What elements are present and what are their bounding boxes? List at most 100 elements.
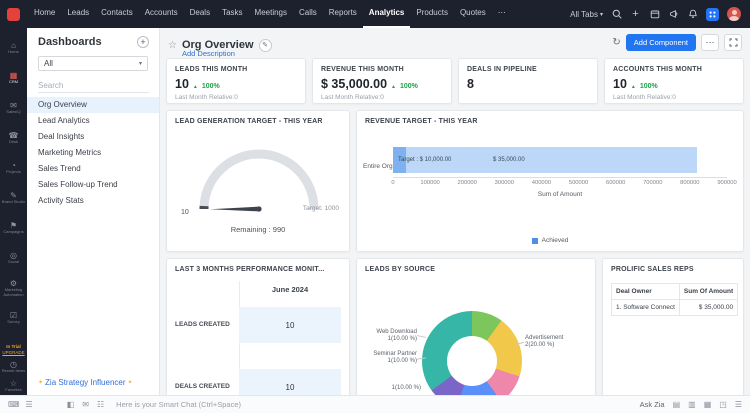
category-label: Entire Org (363, 163, 393, 170)
add-description-link[interactable]: Add Description (182, 49, 235, 58)
sidebar-item-activity-stats[interactable]: Activity Stats (27, 193, 159, 209)
sidebar-item-deal-insights[interactable]: Deal Insights (27, 129, 159, 145)
notebook-icon[interactable]: ▤ (673, 396, 681, 413)
x-axis: 0 100000 200000 300000 400000 500000 600… (393, 177, 727, 187)
sidebar-item-sales-follow-up-trend[interactable]: Sales Follow-up Trend (27, 177, 159, 193)
nav-item-quotes[interactable]: Quotes (454, 0, 492, 28)
nav-item-accounts[interactable]: Accounts (139, 0, 184, 28)
rail-item-crm[interactable]: ▦CRM (0, 63, 27, 93)
zia-link-label: Zia Strategy Influencer (45, 378, 125, 387)
row-label: DEALS CREATED (175, 383, 235, 390)
sidebar-item-org-overview[interactable]: Org Overview (27, 97, 159, 113)
favorite-star-icon[interactable]: ☆ (168, 40, 177, 51)
leader-line (417, 335, 426, 338)
add-component-button[interactable]: Add Component (626, 34, 696, 51)
kpi-value: 10 (613, 77, 627, 91)
table-row[interactable]: 1. Software Connect $ 35,000.00 (612, 300, 738, 316)
zia-strategy-influencer-link[interactable]: ✦ Zia Strategy Influencer ✦ (38, 378, 133, 387)
dashboard-list: Org Overview Lead Analytics Deal Insight… (27, 97, 159, 209)
kpi-value: 10 (175, 77, 189, 91)
fullscreen-button[interactable] (724, 34, 742, 51)
home-icon: ⌂ (11, 41, 16, 50)
nav-item-deals[interactable]: Deals (184, 0, 216, 28)
sidebar-item-marketing-metrics[interactable]: Marketing Metrics (27, 145, 159, 161)
more-options-button[interactable]: ⋯ (701, 34, 719, 51)
sidebar-item-lead-analytics[interactable]: Lead Analytics (27, 113, 159, 129)
rail-item-social[interactable]: ◎Social (0, 243, 27, 273)
smart-chat-hint[interactable]: Here is your Smart Chat (Ctrl+Space) (116, 400, 241, 409)
marketplace-apps-icon[interactable] (706, 8, 719, 21)
nav-item-calls[interactable]: Calls (293, 0, 323, 28)
nav-item-contacts[interactable]: Contacts (95, 0, 139, 28)
window-icon[interactable]: ◳ (719, 396, 727, 413)
panel-icon[interactable]: ▥ (688, 396, 696, 413)
brand-studio-icon: ✎ (10, 191, 17, 200)
list-icon[interactable]: ☰ (735, 396, 742, 413)
kpi-card-accounts-this-month[interactable]: ACCOUNTS THIS MONTH 10 ▲ 100% Last Month… (604, 58, 744, 104)
rail-item-salesiq[interactable]: ✉SalesIQ (0, 93, 27, 123)
amount-cell: $ 35,000.00 (679, 300, 737, 316)
nav-item-home[interactable]: Home (28, 0, 61, 28)
refresh-icon[interactable]: ↻ (612, 37, 620, 48)
pie-label-partial: 1(10.00 %) (385, 385, 421, 392)
search-icon[interactable] (611, 9, 622, 20)
kpi-card-leads-this-month[interactable]: LEADS THIS MONTH 10 ▲ 100% Last Month Re… (166, 58, 306, 104)
nav-item-analytics[interactable]: Analytics (363, 0, 411, 28)
nav-item-leads[interactable]: Leads (61, 0, 95, 28)
rail-item-brand-studio[interactable]: ✎Brand Studio (0, 183, 27, 213)
rail-item-campaigns[interactable]: ⚑Campaigns (0, 213, 27, 243)
megaphone-icon[interactable] (668, 9, 679, 20)
channels-icon[interactable]: ✉ (82, 396, 89, 413)
nav-item-meetings[interactable]: Meetings (249, 0, 293, 28)
up-arrow-icon: ▲ (193, 84, 198, 90)
leads-by-source-card[interactable]: LEADS BY SOURCE Web Download 1(10.00 %) … (356, 258, 596, 395)
menu-icon[interactable]: ☰ (26, 396, 33, 413)
performance-monitor-card[interactable]: LAST 3 MONTHS PERFORMANCE MONIT... June … (166, 258, 350, 395)
edit-dashboard-icon[interactable]: ✎ (259, 39, 272, 52)
nav-item-products[interactable]: Products (410, 0, 454, 28)
add-dashboard-button[interactable]: + (137, 36, 149, 48)
nav-item-reports[interactable]: Reports (323, 0, 363, 28)
top-navigation-bar: Home Leads Contacts Accounts Deals Tasks… (0, 0, 750, 28)
kpi-card-revenue-this-month[interactable]: REVENUE THIS MONTH $ 35,000.00 ▲ 100% La… (312, 58, 452, 104)
gauge-target-label: Target: 1000 (303, 205, 339, 212)
chats-icon[interactable]: ◧ (67, 396, 75, 413)
nav-item-tasks[interactable]: Tasks (216, 0, 248, 28)
grid-icon[interactable]: ▦ (704, 396, 712, 413)
rail-item-projects[interactable]: ◔Projects (0, 153, 27, 183)
kpi-row: LEADS THIS MONTH 10 ▲ 100% Last Month Re… (166, 58, 744, 104)
bell-icon[interactable] (687, 9, 698, 20)
col-sum-of-amount: Sum Of Amount (679, 284, 737, 300)
keyboard-shortcuts-icon[interactable]: ⌨ (8, 396, 20, 413)
contacts-icon[interactable]: ☷ (97, 396, 104, 413)
dashboard-filter-dropdown[interactable]: All ▾ (38, 56, 148, 71)
sidebar-title: Dashboards (38, 36, 102, 48)
rail-item-marketing-automation[interactable]: ⚙Marketing Automation (0, 273, 27, 303)
nav-more-button[interactable]: ⋯ (492, 0, 512, 28)
col-deal-owner: Deal Owner (612, 284, 680, 300)
favorites-button[interactable]: ☆Favorites (5, 379, 21, 393)
prolific-sales-reps-card[interactable]: PROLIFIC SALES REPS Deal Owner Sum Of Am… (602, 258, 744, 395)
rail-item-desk[interactable]: ☎Desk (0, 123, 27, 153)
kpi-delta: 100% (202, 83, 220, 90)
rail-item-home[interactable]: ⌂Home (0, 33, 27, 63)
user-avatar[interactable] (727, 7, 741, 21)
ask-zia-button[interactable]: Ask Zia (640, 400, 665, 409)
rail-item-survey[interactable]: ☑Survey (0, 303, 27, 333)
upgrade-link[interactable]: UPGRADE (2, 350, 24, 355)
sidebar-item-sales-trend[interactable]: Sales Trend (27, 161, 159, 177)
kpi-card-deals-in-pipeline[interactable]: DEALS IN PIPELINE 8 (458, 58, 598, 104)
zoho-logo[interactable] (7, 8, 20, 21)
campaigns-icon: ⚑ (10, 221, 17, 230)
all-tabs-dropdown[interactable]: All Tabs ▾ (570, 10, 603, 19)
quick-add-icon[interactable]: + (630, 9, 641, 20)
table-cell: 10 (239, 369, 341, 395)
recent-items-button[interactable]: ◷Recent Items (2, 360, 26, 374)
dashboard-search-input[interactable] (38, 79, 149, 93)
lead-generation-target-card[interactable]: LEAD GENERATION TARGET - THIS YEAR 10 Ta… (166, 110, 350, 252)
calendar-icon[interactable] (649, 9, 660, 20)
kpi-footnote: Last Month Relative:0 (167, 91, 305, 101)
revenue-target-card[interactable]: REVENUE TARGET - THIS YEAR Entire Org Ta… (356, 110, 744, 252)
bar-target-label: Target : $ 10,000.00 (398, 157, 451, 163)
projects-icon: ◔ (11, 161, 16, 170)
